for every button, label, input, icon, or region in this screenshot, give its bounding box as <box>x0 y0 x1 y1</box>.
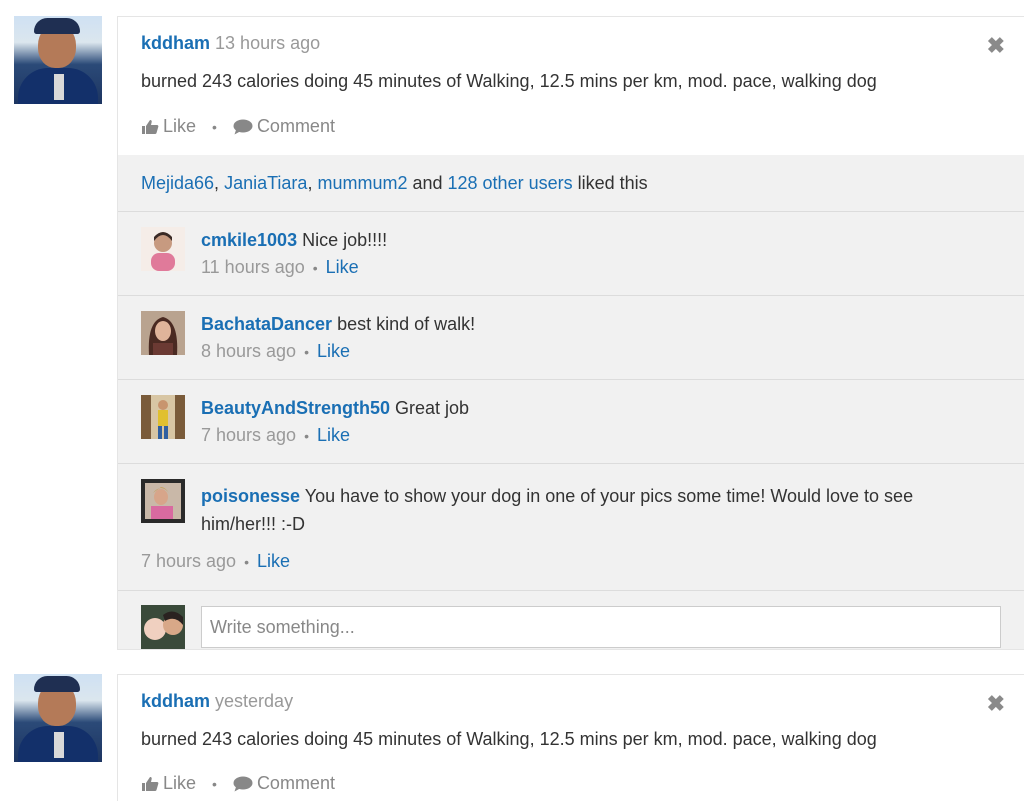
comment-like-button[interactable]: Like <box>257 551 290 571</box>
separator-dot: • <box>304 344 309 360</box>
comment-text: best kind of walk! <box>332 314 476 334</box>
likes-summary: Mejida66, JaniaTiara, mummum2 and 128 ot… <box>141 173 648 194</box>
comment-time: 11 hours ago <box>201 257 305 277</box>
liker-link[interactable]: mummum2 <box>317 173 407 193</box>
and-text: and <box>407 173 448 193</box>
comma: , <box>307 173 318 193</box>
divider <box>118 379 1024 380</box>
commenter-name[interactable]: cmkile1003 <box>201 230 297 250</box>
close-icon[interactable]: ✖ <box>987 33 1005 59</box>
post-author-avatar[interactable] <box>14 674 102 762</box>
comment-label: Comment <box>256 773 335 793</box>
separator-dot: • <box>212 775 217 792</box>
avatar-photo <box>141 227 185 271</box>
separator-dot: • <box>312 260 318 276</box>
comment-meta: 8 hours ago • Like <box>201 341 350 362</box>
comment-meta: 7 hours ago • Like <box>201 425 350 446</box>
commenter-name[interactable]: BeautyAndStrength50 <box>201 398 390 418</box>
post-header: kddham 13 hours ago <box>141 33 320 54</box>
comma: , <box>214 173 225 193</box>
comment-text: You have to show your dog in one of your… <box>300 486 914 506</box>
post-header: kddham yesterday <box>141 691 293 712</box>
post-actions: Like • Comment <box>141 116 335 137</box>
other-likers-link[interactable]: 128 other users <box>448 173 573 193</box>
comment: poisonesse You have to show your dog in … <box>201 483 1001 539</box>
comment-text-continued: him/her!!! :-D <box>201 514 306 534</box>
liked-this-text: liked this <box>572 173 648 193</box>
thumbs-up-icon <box>142 776 159 791</box>
comment-label: Comment <box>256 116 335 136</box>
commenter-avatar[interactable] <box>141 227 185 271</box>
divider <box>118 590 1024 591</box>
separator-dot: • <box>212 118 217 135</box>
comment: BeautyAndStrength50 Great job <box>201 398 469 419</box>
commenter-avatar[interactable] <box>141 311 185 355</box>
avatar-cap <box>34 18 80 34</box>
write-comment-input[interactable] <box>201 606 1001 648</box>
comment: cmkile1003 Nice job!!!! <box>201 230 387 251</box>
comment-like-button[interactable]: Like <box>326 257 359 277</box>
current-user-avatar <box>141 605 185 649</box>
post-text: burned 243 calories doing 45 minutes of … <box>141 729 877 749</box>
commenter-avatar[interactable] <box>141 479 185 523</box>
avatar-photo <box>141 605 185 649</box>
speech-bubble-icon <box>233 119 253 134</box>
commenter-name[interactable]: poisonesse <box>201 486 300 506</box>
commenter-avatar[interactable] <box>141 395 185 439</box>
post-timestamp: yesterday <box>215 691 294 711</box>
comment-button[interactable]: Comment <box>233 116 335 137</box>
separator-dot: • <box>244 554 249 570</box>
comment-button[interactable]: Comment <box>233 773 335 794</box>
avatar-photo <box>141 311 185 355</box>
post-actions: Like • Comment <box>141 773 335 794</box>
comment-meta: 11 hours ago • Like <box>201 257 359 278</box>
avatar-photo <box>141 395 185 439</box>
liker-link[interactable]: Mejida66 <box>141 173 214 193</box>
comment-text: Great job <box>390 398 470 418</box>
post-text: burned 243 calories doing 45 minutes of … <box>141 71 877 91</box>
like-label: Like <box>163 116 197 136</box>
comment-time: 7 hours ago <box>201 425 297 445</box>
thumbs-up-icon <box>142 119 159 134</box>
separator-dot: • <box>304 428 309 444</box>
divider <box>118 463 1024 464</box>
avatar-medal <box>54 74 64 100</box>
comment-like-button[interactable]: Like <box>317 425 350 445</box>
liker-link[interactable]: JaniaTiara <box>224 173 307 193</box>
post-author-link[interactable]: kddham <box>141 33 210 53</box>
feed-post: kddham 13 hours ago ✖ burned 243 calorie… <box>117 16 1024 650</box>
comment-time: 7 hours ago <box>141 551 237 571</box>
like-button[interactable]: Like <box>141 116 196 137</box>
post-author-link[interactable]: kddham <box>141 691 210 711</box>
comment-time: 8 hours ago <box>201 341 297 361</box>
like-button[interactable]: Like <box>141 773 196 794</box>
avatar-cap <box>34 676 80 692</box>
comment-like-button[interactable]: Like <box>317 341 350 361</box>
commenter-name[interactable]: BachataDancer <box>201 314 332 334</box>
post-timestamp: 13 hours ago <box>215 33 321 53</box>
like-label: Like <box>163 773 197 793</box>
avatar-medal <box>54 732 64 758</box>
speech-bubble-icon <box>233 776 253 791</box>
comments-section: Mejida66, JaniaTiara, mummum2 and 128 ot… <box>118 155 1024 649</box>
comment-text: Nice job!!!! <box>297 230 388 250</box>
comment: BachataDancer best kind of walk! <box>201 314 475 335</box>
feed-post: kddham yesterday ✖ burned 243 calories d… <box>117 674 1024 801</box>
close-icon[interactable]: ✖ <box>987 691 1005 717</box>
divider <box>118 211 1024 212</box>
post-author-avatar[interactable] <box>14 16 102 104</box>
avatar-photo <box>141 479 185 523</box>
comment-meta: 7 hours ago • Like <box>141 551 290 572</box>
divider <box>118 295 1024 296</box>
